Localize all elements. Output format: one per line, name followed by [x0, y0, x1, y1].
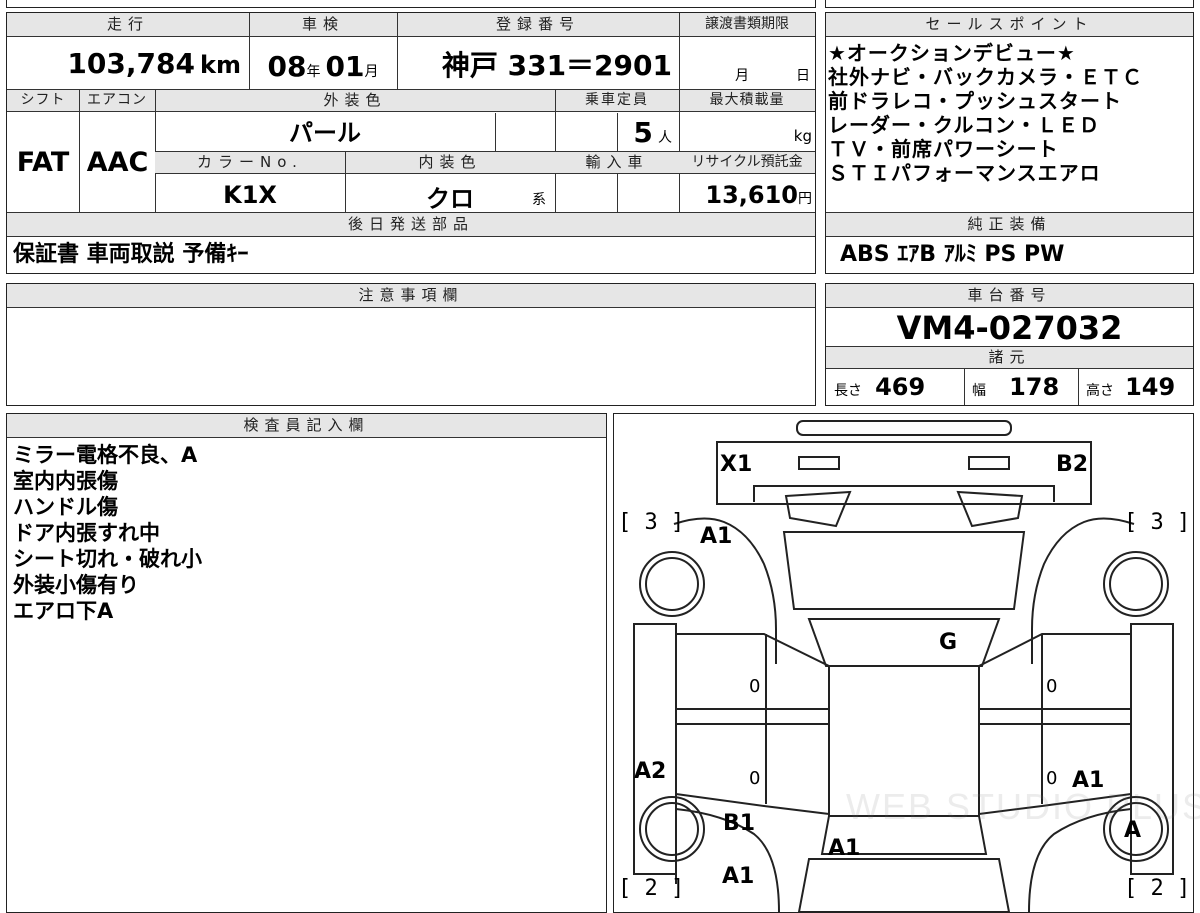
mark-zero-1: 0 — [749, 676, 761, 697]
bracket-rear-right: [ 2 ] — [1124, 876, 1191, 901]
mark-a1-rear-center: A1 — [828, 836, 861, 861]
transfer-doc-cell: 月 日 — [680, 39, 814, 89]
vehicle-info-table: 走行 車検 登録番号 譲渡書類期限 103,784 km 08年 01月 神戸 … — [6, 12, 816, 274]
specs-header: 諸元 — [826, 347, 1193, 369]
chassis-box: 車台番号 VM4-027032 諸元 長さ 469 幅 178 高さ 149 — [825, 283, 1194, 406]
bracket-rear-left: [ 2 ] — [618, 876, 685, 901]
later-parts-header: 後日発送部品 — [7, 213, 815, 237]
sales-points-box: セールスポイント ★オークションデビュー★ 社外ナビ・バックカメラ・ＥＴＣ 前ド… — [825, 12, 1194, 274]
inspector-note: ミラー電格不良、A — [13, 443, 198, 467]
capacity-value: 5 — [633, 116, 653, 149]
interior-color-cell: クロ 系 — [346, 175, 554, 212]
watermark: WEB STUDIO PLUS — [846, 786, 1200, 827]
length-value: 469 — [875, 373, 926, 401]
recycle-value: 13,610 — [705, 181, 798, 209]
mark-b1: B1 — [723, 811, 756, 836]
inspection-year-unit: 年 — [306, 64, 321, 80]
inspection-year: 08 — [267, 50, 307, 83]
mileage-header: 走行 — [7, 13, 249, 37]
recycle-cell: 13,610円 — [680, 175, 812, 212]
sales-points-list: ★オークションデビュー★ 社外ナビ・バックカメラ・ＥＴＣ 前ドラレコ・プッシュス… — [828, 41, 1190, 185]
interior-color-suffix: 系 — [532, 192, 546, 208]
ac-value: AAC — [86, 147, 149, 178]
height-label: 高さ — [1086, 383, 1114, 399]
bracket-front-left: [ 3 ] — [618, 510, 685, 535]
sales-point-line: ★オークションデビュー★ — [828, 41, 1076, 65]
registration-header: 登録番号 — [397, 13, 679, 37]
car-diagram-box: X1 B2 A1 G 0 0 0 0 A2 A1 B1 A A1 A1 [ 3 … — [613, 413, 1200, 913]
top-cropped-strip — [6, 0, 816, 8]
shift-header: シフト — [7, 90, 79, 112]
width-label: 幅 — [972, 383, 986, 399]
spec-width: 幅 178 — [972, 370, 1076, 404]
inspector-note: 室内内張傷 — [13, 469, 118, 493]
recycle-header: リサイクル預託金 — [679, 152, 815, 174]
inspector-note: シート切れ・破れ小 — [13, 547, 202, 571]
mark-zero-3: 0 — [749, 768, 761, 789]
max-load-header: 最大積載量 — [679, 90, 815, 112]
bracket-front-right: [ 3 ] — [1124, 510, 1191, 535]
transfer-doc-header: 譲渡書類期限 — [679, 13, 815, 37]
shift-value: FAT — [16, 147, 70, 178]
exterior-color-header: 外装色 — [155, 90, 555, 112]
genuine-equipment-header: 純正装備 — [826, 213, 1193, 237]
mark-zero-2: 0 — [1046, 676, 1058, 697]
inspection-cell: 08年 01月 — [250, 39, 396, 89]
inspection-month: 01 — [325, 50, 365, 83]
mileage-cell: 103,784 km — [7, 39, 247, 89]
top-cropped-strip-right — [825, 0, 1194, 8]
inspection-month-unit: 月 — [364, 64, 379, 80]
color-no-value: K1X — [223, 181, 277, 209]
sales-point-line: ＳＴＩパフォーマンスエアロ — [828, 161, 1101, 185]
genuine-equipment-value: ABS ｴｱB ｱﾙﾐ PS PW — [840, 242, 1065, 267]
mileage-unit: km — [200, 51, 241, 79]
transfer-month-unit: 月 — [735, 68, 749, 84]
import-header: 輸入車 — [555, 152, 679, 174]
chassis-header: 車台番号 — [826, 284, 1193, 308]
sales-points-header: セールスポイント — [826, 13, 1193, 37]
mark-a2: A2 — [634, 759, 667, 784]
mileage-value: 103,784 — [67, 47, 195, 80]
mark-a1-rear-left: A1 — [722, 864, 755, 889]
inspection-header: 車検 — [249, 13, 397, 37]
height-value: 149 — [1125, 373, 1176, 401]
interior-color-value: クロ — [426, 185, 474, 212]
inspector-note: エアロ下A — [13, 599, 114, 623]
sales-point-line: 社外ナビ・バックカメラ・ＥＴＣ — [828, 65, 1143, 89]
color-no-header: カラーNo. — [155, 152, 345, 174]
registration-value: 神戸 331＝2901 — [441, 49, 672, 82]
interior-color-header: 内装色 — [345, 152, 555, 174]
inspector-header: 検査員記入欄 — [7, 414, 606, 438]
mark-b2: B2 — [1056, 452, 1089, 477]
inspector-note: ドア内張すれ中 — [13, 521, 160, 545]
spec-height: 高さ 149 — [1086, 370, 1192, 404]
sales-point-line: 前ドラレコ・プッシュスタート — [828, 89, 1122, 113]
inspector-notes: ミラー電格不良、A 室内内張傷 ハンドル傷 ドア内張すれ中 シート切れ・破れ小 … — [13, 442, 202, 624]
spec-length: 長さ 469 — [834, 370, 962, 404]
ac-header: エアコン — [79, 90, 155, 112]
mark-g: G — [939, 630, 958, 655]
sales-point-line: レーダー・クルコン・ＬＥＤ — [828, 113, 1100, 137]
sales-point-line: ＴＶ・前席パワーシート — [828, 137, 1059, 161]
caution-header: 注意事項欄 — [7, 284, 815, 308]
transfer-day-unit: 日 — [796, 68, 810, 84]
mark-x1: X1 — [720, 452, 753, 477]
caution-box: 注意事項欄 — [6, 283, 816, 406]
later-parts-value: 保証書 車両取説 予備ｷｰ — [13, 242, 249, 267]
car-diagram — [633, 420, 1174, 912]
capacity-unit: 人 — [658, 130, 672, 146]
mark-a1-front-left: A1 — [700, 524, 733, 549]
exterior-color-value: パール — [289, 119, 361, 147]
capacity-header: 乗車定員 — [555, 90, 679, 112]
capacity-cell: 5 人 — [556, 113, 678, 151]
inspector-note: ハンドル傷 — [13, 495, 118, 519]
length-label: 長さ — [834, 383, 862, 399]
recycle-unit: 円 — [798, 191, 812, 207]
chassis-value: VM4-027032 — [896, 309, 1123, 346]
max-load-unit: kg — [793, 127, 812, 145]
inspector-box: 検査員記入欄 ミラー電格不良、A 室内内張傷 ハンドル傷 ドア内張すれ中 シート… — [6, 413, 607, 913]
inspector-note: 外装小傷有り — [13, 573, 139, 597]
width-value: 178 — [1009, 373, 1060, 401]
